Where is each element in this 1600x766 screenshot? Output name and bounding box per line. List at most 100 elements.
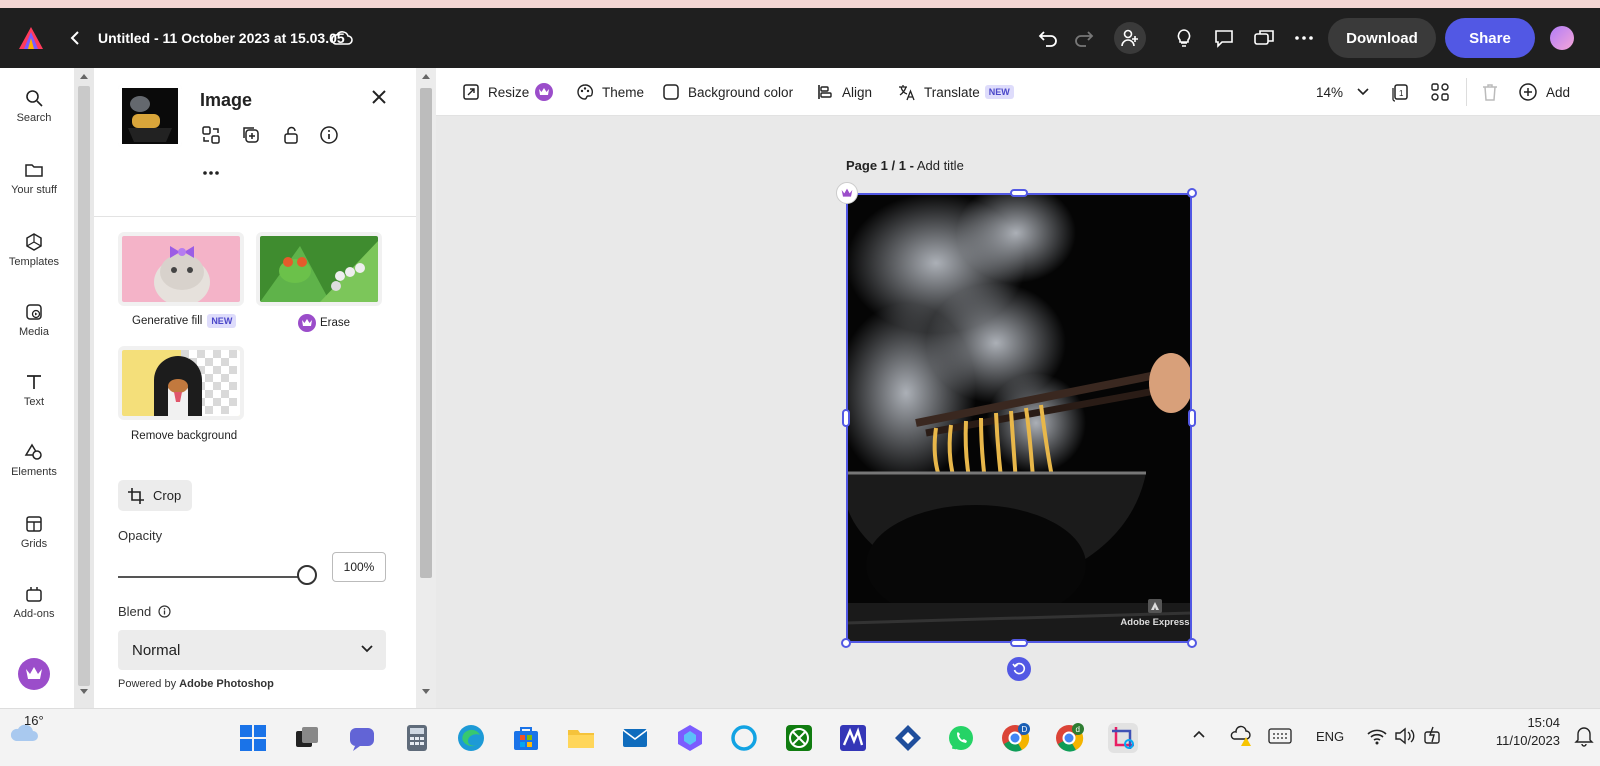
panel-scrollbar[interactable] (416, 68, 436, 708)
layers-icon[interactable] (1430, 82, 1450, 102)
weather-widget[interactable]: 16° (8, 713, 44, 750)
present-icon[interactable] (1252, 26, 1276, 50)
adobe-express-logo-icon[interactable] (18, 26, 44, 50)
premium-badge (836, 182, 858, 204)
more-options-icon[interactable] (200, 162, 222, 184)
resize-handle-bottom-left[interactable] (841, 638, 851, 648)
rail-item-add-ons[interactable]: Add-ons (0, 584, 68, 620)
keyboard-icon[interactable] (1268, 727, 1292, 745)
scroll-down-icon[interactable] (421, 688, 431, 696)
clock-time: 15:04 (1527, 715, 1560, 730)
invite-button[interactable] (1114, 22, 1146, 54)
chrome-profile-d2-icon[interactable]: d (1054, 723, 1084, 753)
cloud-sync-icon[interactable] (330, 28, 354, 48)
resize-handle-top[interactable] (1010, 189, 1028, 197)
add-title-link[interactable]: Add title (917, 158, 964, 173)
onedrive-warning-icon[interactable] (1230, 725, 1254, 747)
scroll-up-icon[interactable] (79, 72, 89, 80)
resize-handle-top-right[interactable] (1187, 188, 1197, 198)
duplicate-icon[interactable] (240, 124, 262, 146)
undo-icon[interactable] (1036, 26, 1060, 50)
rail-item-your-stuff[interactable]: Your stuff (0, 160, 68, 196)
align-button[interactable]: Align (816, 80, 872, 104)
zoom-select[interactable]: 14% (1316, 80, 1377, 104)
erase-card[interactable] (256, 232, 382, 306)
lightbulb-icon[interactable] (1172, 26, 1196, 50)
canvas-toolbar: Resize Theme Background color Align Tran… (436, 68, 1600, 116)
zoom-value: 14% (1316, 84, 1344, 100)
snipping-tool-icon[interactable] (1108, 723, 1138, 753)
opacity-input[interactable]: 100% (332, 552, 386, 582)
premium-button[interactable] (18, 658, 50, 690)
calculator-icon[interactable] (402, 723, 432, 753)
wifi-icon[interactable] (1366, 727, 1388, 745)
edge-browser-icon[interactable] (456, 723, 486, 753)
theme-button[interactable]: Theme (576, 80, 644, 104)
whatsapp-icon[interactable] (946, 723, 976, 753)
remove-background-card[interactable] (118, 346, 244, 420)
download-button[interactable]: Download (1328, 18, 1436, 58)
add-button[interactable]: Add (1518, 80, 1570, 104)
translate-button[interactable]: Translate NEW (898, 80, 1014, 104)
battery-charging-icon[interactable] (1422, 725, 1444, 747)
scroll-down-icon[interactable] (79, 688, 89, 696)
generative-fill-label: Generative fill NEW (132, 314, 237, 328)
replace-image-icon[interactable] (200, 124, 222, 146)
back-chevron-icon[interactable] (68, 28, 82, 48)
share-button[interactable]: Share (1445, 18, 1535, 58)
rail-item-elements[interactable]: Elements (0, 442, 68, 478)
copilot-app-icon[interactable] (675, 723, 705, 753)
scroll-up-icon[interactable] (421, 72, 431, 80)
file-explorer-icon[interactable] (566, 723, 596, 753)
notification-icon[interactable] (1574, 725, 1594, 747)
close-icon[interactable] (370, 88, 388, 106)
document-title[interactable]: Untitled - 11 October 2023 at 15.03.05 (98, 30, 345, 46)
xbox-icon[interactable] (784, 723, 814, 753)
mail-icon[interactable] (620, 723, 650, 753)
volume-icon[interactable] (1394, 727, 1416, 745)
unlock-icon[interactable] (280, 124, 302, 146)
resize-button[interactable]: Resize (462, 80, 561, 104)
rotate-icon (1012, 662, 1026, 675)
pages-icon[interactable]: 1 (1390, 82, 1410, 102)
windows-start-icon[interactable] (238, 723, 268, 753)
user-avatar[interactable] (1550, 26, 1574, 50)
opacity-slider-track[interactable] (118, 576, 308, 578)
rail-scroll-thumb[interactable] (78, 86, 90, 686)
rail-item-search[interactable]: Search (0, 88, 68, 124)
comment-icon[interactable] (1212, 26, 1236, 50)
adobe-app-icon[interactable] (838, 723, 868, 753)
panel-scroll-thumb[interactable] (420, 88, 432, 578)
language-indicator[interactable]: ENG (1316, 729, 1344, 744)
rail-item-grids[interactable]: Grids (0, 514, 68, 550)
clock[interactable]: 15:04 11/10/2023 (1490, 715, 1560, 748)
background-color-button[interactable]: Background color (662, 80, 793, 104)
resize-handle-left[interactable] (842, 409, 850, 427)
add-circle-icon (1519, 83, 1537, 101)
rail-item-text[interactable]: Text (0, 372, 68, 408)
crop-button[interactable]: Crop (118, 480, 192, 511)
blend-mode-select[interactable]: Normal (118, 630, 386, 670)
microsoft-store-icon[interactable] (511, 723, 541, 753)
cortana-icon[interactable] (729, 723, 759, 753)
rail-item-media[interactable]: Media (0, 302, 68, 338)
remote-desktop-icon[interactable] (893, 723, 923, 753)
rail-item-templates[interactable]: Templates (0, 232, 68, 268)
task-view-icon[interactable] (292, 723, 322, 753)
redo-icon[interactable] (1072, 26, 1096, 50)
delete-icon[interactable] (1480, 82, 1500, 102)
chevron-up-icon[interactable] (1192, 729, 1206, 739)
info-icon[interactable] (318, 124, 340, 146)
svg-text:D: D (1022, 725, 1028, 734)
resize-handle-bottom[interactable] (1010, 639, 1028, 647)
more-options-icon[interactable] (1292, 26, 1316, 50)
info-icon[interactable] (158, 605, 171, 618)
chrome-profile-d-icon[interactable]: D (1000, 723, 1030, 753)
resize-handle-bottom-right[interactable] (1187, 638, 1197, 648)
generative-fill-card[interactable] (118, 232, 244, 306)
rotate-button[interactable] (1007, 657, 1031, 681)
opacity-slider-handle[interactable] (297, 565, 317, 585)
rail-scrollbar[interactable] (74, 68, 94, 708)
teams-chat-icon[interactable] (347, 723, 377, 753)
resize-handle-right[interactable] (1188, 409, 1196, 427)
